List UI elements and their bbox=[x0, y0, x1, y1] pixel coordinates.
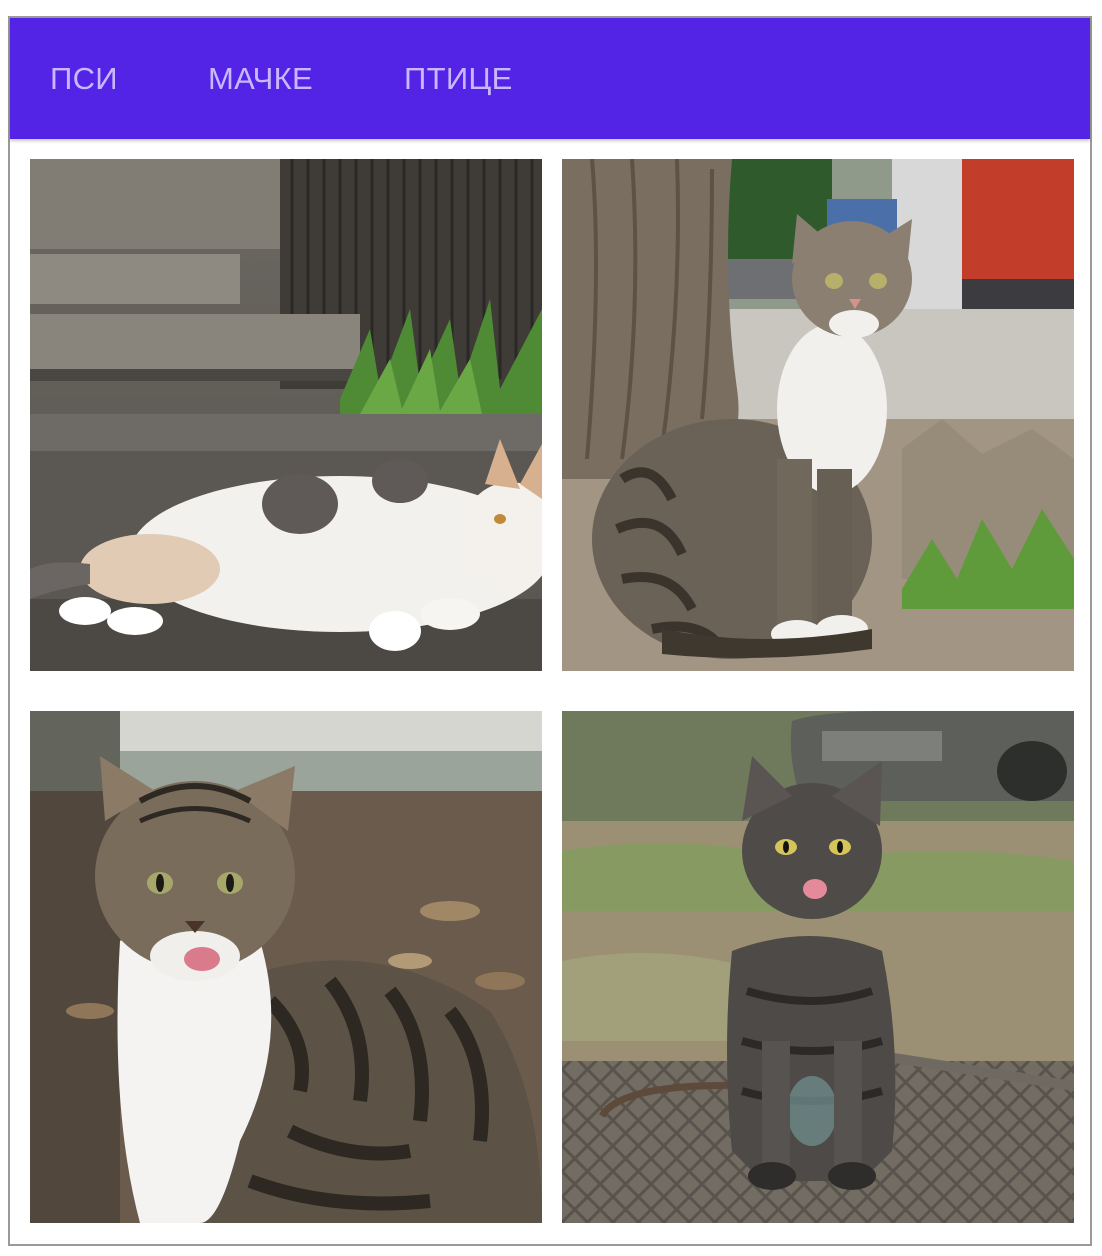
tab-cats[interactable]: МАЧКЕ bbox=[208, 18, 313, 139]
cat-photo-image bbox=[562, 159, 1074, 671]
cat-photo-calico-lying[interactable] bbox=[30, 159, 542, 671]
cat-photo-image bbox=[562, 711, 1074, 1223]
cat-photo-tabby-tree[interactable] bbox=[562, 159, 1074, 671]
cat-photo-image bbox=[30, 711, 542, 1223]
cat-photo-grey-grate[interactable] bbox=[562, 711, 1074, 1223]
cat-photo-image bbox=[30, 159, 542, 671]
tab-birds[interactable]: ПТИЦЕ bbox=[404, 18, 513, 139]
top-app-bar: ПСИ МАЧКЕ ПТИЦЕ bbox=[10, 18, 1090, 139]
cat-photo-tabby-licking[interactable] bbox=[30, 711, 542, 1223]
tab-dogs[interactable]: ПСИ bbox=[50, 18, 118, 139]
app-window: ПСИ МАЧКЕ ПТИЦЕ bbox=[8, 16, 1092, 1246]
